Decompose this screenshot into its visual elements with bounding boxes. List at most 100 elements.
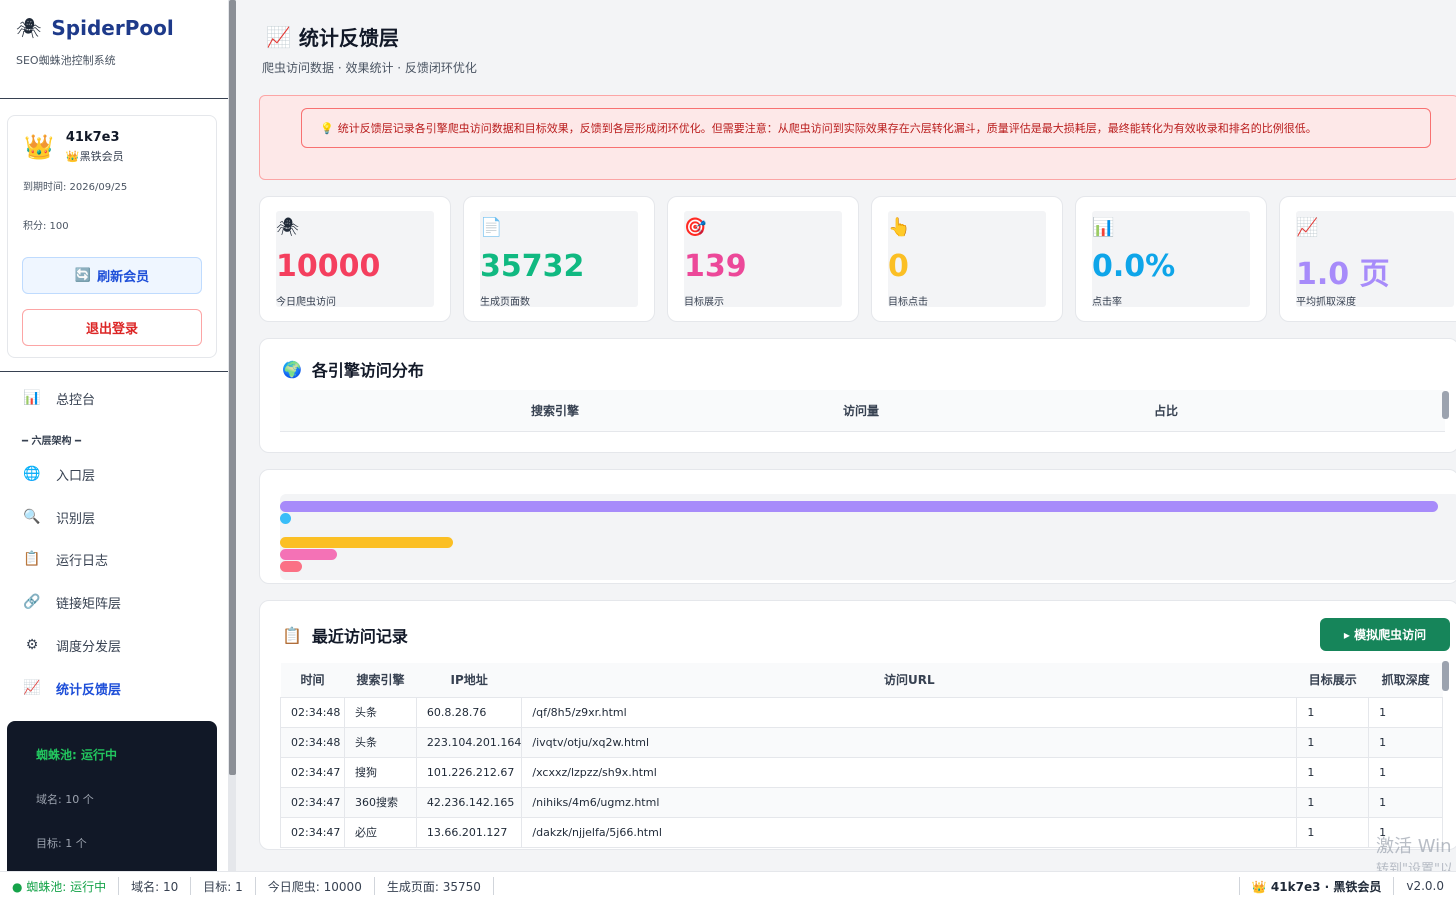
status-version: v2.0.0: [1406, 879, 1444, 893]
cell-time: 02:34:47: [280, 756, 345, 788]
sidebar: 🕷 SpiderPool SEO蜘蛛池控制系统 👑 41k7e3 👑黑铁会员 到…: [0, 0, 229, 871]
target-icon: 🎯: [684, 217, 707, 238]
sidebar-item-dashboard[interactable]: 📊 总控台: [0, 380, 228, 416]
recent-visits-card: 📋 最近访问记录 ▸ 模拟爬虫访问 时间 搜索引擎 IP地址 访问URL 目标展…: [259, 600, 1456, 850]
col-time: 时间: [280, 663, 345, 698]
trend-chart-icon: 📈: [266, 24, 291, 49]
card-title: 📋 最近访问记录: [282, 623, 408, 647]
engine-bars: [280, 494, 1456, 580]
expire-date: 到期时间: 2026/09/25: [23, 182, 128, 193]
status-running: ● 蜘蛛池: 运行中: [0, 877, 120, 895]
col-engine: 搜索引擎: [344, 663, 417, 698]
table-row: 02:34:47 360搜索 42.236.142.165 /nihiks/4m…: [280, 786, 1443, 818]
engine-table-scrollbar[interactable]: [1442, 391, 1449, 419]
page-subtitle: 爬虫访问数据 · 效果统计 · 反馈闭环优化: [262, 61, 477, 75]
spider-icon: 🕷: [16, 16, 42, 40]
gear-icon: ⚙: [25, 637, 39, 653]
trend-chart-icon: 📈: [23, 680, 41, 696]
cell-ip: 13.66.201.127: [415, 816, 523, 848]
col-ratio: 占比: [1154, 404, 1179, 418]
clipboard-icon: 📋: [282, 625, 302, 645]
cell-impressions: 1: [1296, 816, 1370, 848]
cell-engine: 360搜索: [343, 786, 417, 818]
card-title: 🌍 各引擎访问分布: [282, 357, 424, 381]
activation-watermark: 激活 Win: [1376, 836, 1452, 857]
sidebar-item-logs[interactable]: 📋 运行日志: [0, 541, 228, 577]
cell-ip: 42.236.142.165: [415, 786, 523, 818]
spider-icon: 🕷: [276, 217, 299, 238]
sidebar-item-label: 运行日志: [56, 553, 109, 569]
lightbulb-icon: 💡: [320, 121, 334, 135]
sidebar-item-dispatch[interactable]: ⚙ 调度分发层: [0, 627, 228, 663]
points: 积分: 100: [23, 221, 69, 232]
main-content: 📈 统计反馈层 爬虫访问数据 · 效果统计 · 反馈闭环优化 💡 统计反馈层记录…: [236, 0, 1456, 871]
stat-card-depth: 📈 1.0 页 平均抓取深度: [1279, 196, 1456, 322]
refresh-membership-button[interactable]: 🔄 刷新会员: [22, 257, 202, 294]
table-row: 02:34:47 必应 13.66.201.127 /dakzk/njjelfa…: [280, 816, 1443, 848]
stat-card-ctr: 📊 0.0% 点击率: [1075, 196, 1267, 322]
stat-label: 今日爬虫访问: [276, 297, 336, 308]
document-icon: 📄: [480, 217, 503, 238]
stat-card-pages: 📄 35732 生成页面数: [463, 196, 655, 322]
cell-ip: 60.8.28.76: [415, 696, 523, 728]
stat-card-impressions: 🎯 139 目标展示: [667, 196, 859, 322]
engine-bar: [280, 513, 291, 524]
table-row: 02:34:48 头条 223.104.201.164 /ivqtv/otju/…: [280, 726, 1443, 758]
refresh-icon: 🔄: [74, 268, 92, 283]
bar-chart-icon: 📊: [23, 390, 41, 406]
stat-label: 生成页面数: [480, 297, 530, 308]
refresh-label: 刷新会员: [97, 270, 150, 285]
stat-value: 0: [888, 249, 909, 284]
table-row: 02:34:48 头条 60.8.28.76 /qf/8h5/z9xr.html…: [280, 696, 1443, 728]
engine-bar: [280, 501, 1438, 512]
sidebar-scrollbar-thumb[interactable]: [229, 0, 236, 775]
sidebar-item-label: 识别层: [56, 511, 96, 527]
sidebar-item-identify[interactable]: 🔍 识别层: [0, 499, 228, 535]
brand: 🕷 SpiderPool SEO蜘蛛池控制系统: [0, 0, 228, 99]
cell-url: /dakzk/njjelfa/5j66.html: [521, 816, 1298, 848]
brand-subtitle: SEO蜘蛛池控制系统: [16, 54, 116, 67]
card-title-text: 各引擎访问分布: [311, 361, 424, 380]
nav-divider: [0, 371, 228, 372]
cell-depth: 1: [1368, 786, 1443, 818]
cell-engine: 搜狗: [343, 756, 417, 788]
globe-icon: 🌐: [23, 466, 41, 482]
cell-impressions: 1: [1296, 756, 1370, 788]
engine-bars-card: [259, 469, 1456, 584]
stat-value: 10000: [276, 249, 381, 284]
sidebar-item-entry[interactable]: 🌐 入口层: [0, 456, 228, 492]
stat-label: 点击率: [1092, 297, 1122, 308]
engine-table-header: 搜索引擎 访问量 占比: [280, 390, 1445, 432]
stat-label: 平均抓取深度: [1296, 297, 1356, 308]
status-domains: 域名: 10: [119, 877, 192, 895]
sidebar-item-links[interactable]: 🔗 链接矩阵层: [0, 584, 228, 620]
cell-time: 02:34:47: [280, 816, 345, 848]
cell-time: 02:34:47: [280, 786, 345, 818]
stat-value: 0.0%: [1092, 249, 1176, 284]
alert-text: 统计反馈层记录各引擎爬虫访问数据和目标效果，反馈到各层形成闭环优化。但需要注意：…: [337, 122, 1317, 135]
simulate-crawl-button[interactable]: ▸ 模拟爬虫访问: [1320, 618, 1450, 651]
card-title-text: 最近访问记录: [311, 627, 408, 646]
member-level: 👑黑铁会员: [65, 150, 124, 163]
sidebar-scrollbar[interactable]: [229, 0, 236, 871]
sidebar-item-stats[interactable]: 📈 统计反馈层: [0, 670, 228, 706]
sidebar-item-label: 总控台: [56, 392, 96, 408]
stat-value: 139: [684, 249, 747, 284]
recent-visits-table: 时间 搜索引擎 IP地址 访问URL 目标展示 抓取深度 02:34:48 头条…: [280, 663, 1443, 848]
cell-depth: 1: [1368, 696, 1443, 728]
table-header-row: 时间 搜索引擎 IP地址 访问URL 目标展示 抓取深度: [280, 663, 1443, 698]
cell-impressions: 1: [1296, 696, 1370, 728]
cell-ip: 223.104.201.164: [415, 726, 523, 758]
logout-button[interactable]: 退出登录: [22, 309, 202, 346]
link-icon: 🔗: [23, 594, 41, 610]
engine-bar: [280, 549, 337, 560]
cell-impressions: 1: [1296, 726, 1370, 758]
stat-label: 目标展示: [684, 297, 724, 308]
visits-table-scrollbar[interactable]: [1442, 661, 1449, 691]
col-depth: 抓取深度: [1368, 663, 1443, 698]
sidebar-item-label: 链接矩阵层: [56, 596, 122, 612]
crown-icon: 👑: [24, 133, 54, 161]
sidebar-item-label: 统计反馈层: [56, 682, 122, 698]
target-count: 目标: 1 个: [36, 837, 87, 850]
status-user: 👑 41k7e3 · 黑铁会员: [1238, 877, 1395, 895]
